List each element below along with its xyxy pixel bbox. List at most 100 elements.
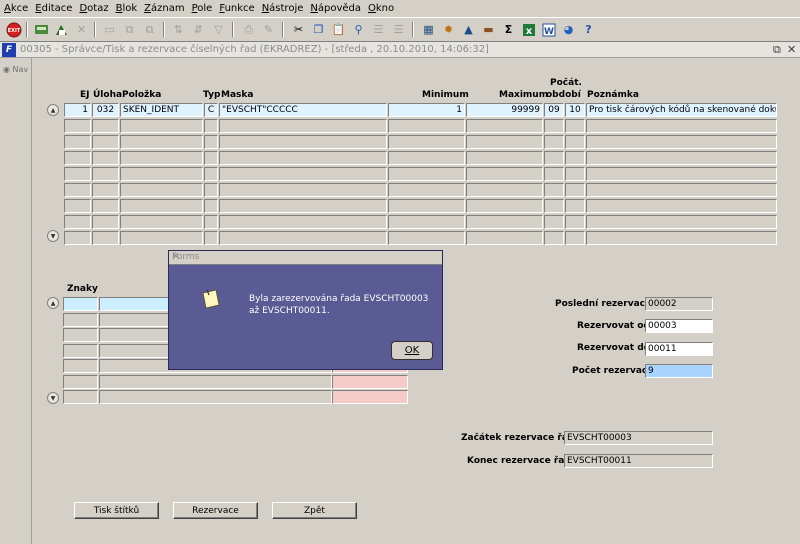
table-cell[interactable] bbox=[586, 167, 777, 181]
zacatek-rezervace-field[interactable]: EVSCHT00003 bbox=[564, 431, 713, 445]
list-button[interactable]: ☰ bbox=[370, 21, 387, 38]
znaky-cell[interactable] bbox=[63, 297, 98, 311]
znaky-cell[interactable] bbox=[63, 359, 98, 373]
menu-editace[interactable]: Editace bbox=[35, 3, 72, 14]
sigma-button[interactable]: Σ bbox=[500, 21, 517, 38]
cell-maximum[interactable]: 99999 bbox=[466, 103, 543, 117]
table-cell[interactable] bbox=[120, 151, 203, 165]
sort-desc-button[interactable]: ⇵ bbox=[190, 21, 207, 38]
table-cell[interactable] bbox=[92, 231, 119, 245]
table-cell[interactable] bbox=[64, 199, 91, 213]
table-cell[interactable] bbox=[64, 135, 91, 149]
tisk-stitku-button[interactable]: Tisk štítků bbox=[74, 502, 159, 519]
menu-blok[interactable]: Blok bbox=[116, 3, 138, 14]
table-cell[interactable] bbox=[466, 183, 543, 197]
table-cell[interactable] bbox=[565, 151, 585, 165]
table-cell[interactable] bbox=[219, 135, 387, 149]
table-cell[interactable] bbox=[120, 215, 203, 229]
table-cell[interactable] bbox=[586, 215, 777, 229]
cell-polozka[interactable]: SKEN_IDENT bbox=[120, 103, 203, 117]
menu-dotaz[interactable]: Dotaz bbox=[79, 3, 108, 14]
menu-okno[interactable]: Okno bbox=[368, 3, 394, 14]
cut-button[interactable]: ✂ bbox=[290, 21, 307, 38]
table-cell[interactable] bbox=[64, 215, 91, 229]
cell-minimum[interactable]: 1 bbox=[388, 103, 465, 117]
rezervovat-od-field[interactable]: 00003 bbox=[645, 319, 713, 333]
sun-button[interactable]: ✹ bbox=[440, 21, 457, 38]
konec-rezervace-field[interactable]: EVSCHT00011 bbox=[564, 454, 713, 468]
table-cell[interactable] bbox=[388, 183, 465, 197]
chart-button[interactable]: ◕ bbox=[560, 21, 577, 38]
word-button[interactable]: W bbox=[540, 21, 557, 38]
table-cell[interactable] bbox=[219, 151, 387, 165]
znaky-cell[interactable] bbox=[99, 374, 332, 389]
znaky-scroll-up-button[interactable]: ▲ bbox=[47, 297, 59, 309]
table-cell[interactable] bbox=[92, 199, 119, 213]
table-cell[interactable] bbox=[586, 119, 777, 133]
table-cell[interactable] bbox=[544, 215, 564, 229]
scroll-down-button[interactable]: ▼ bbox=[47, 230, 59, 242]
excel-button[interactable]: x bbox=[520, 21, 537, 38]
scroll-up-button[interactable]: ▲ bbox=[47, 104, 59, 116]
table-cell[interactable] bbox=[64, 119, 91, 133]
rezervovat-do-field[interactable]: 00011 bbox=[645, 342, 713, 356]
list2-button[interactable]: ☰ bbox=[390, 21, 407, 38]
table-cell[interactable] bbox=[388, 151, 465, 165]
table-cell[interactable] bbox=[120, 167, 203, 181]
copy-button[interactable]: ❐ bbox=[310, 21, 327, 38]
table-cell[interactable] bbox=[388, 199, 465, 213]
table-cell[interactable] bbox=[219, 183, 387, 197]
table-cell[interactable] bbox=[466, 135, 543, 149]
table-cell[interactable] bbox=[565, 215, 585, 229]
table-cell[interactable] bbox=[544, 151, 564, 165]
table-cell[interactable] bbox=[466, 215, 543, 229]
table-cell[interactable] bbox=[586, 183, 777, 197]
clear-button[interactable]: ▭ bbox=[101, 21, 118, 38]
table-cell[interactable] bbox=[204, 199, 218, 213]
ok-button[interactable]: OK bbox=[391, 341, 433, 360]
table-cell[interactable] bbox=[565, 119, 585, 133]
table-cell[interactable] bbox=[92, 183, 119, 197]
table-cell[interactable] bbox=[92, 119, 119, 133]
znaky-cell[interactable] bbox=[63, 328, 98, 342]
print-button[interactable]: ⎙ bbox=[240, 21, 257, 38]
menu-nastroje[interactable]: Nástroje bbox=[262, 3, 304, 14]
znaky-cell[interactable] bbox=[332, 374, 408, 389]
insert-button[interactable] bbox=[53, 21, 70, 38]
table-cell[interactable] bbox=[466, 151, 543, 165]
table-cell[interactable] bbox=[388, 135, 465, 149]
table-cell[interactable] bbox=[466, 199, 543, 213]
toolbox-button[interactable]: ▬ bbox=[480, 21, 497, 38]
znaky-cell[interactable] bbox=[332, 390, 408, 404]
znaky-scroll-down-button[interactable]: ▼ bbox=[47, 392, 59, 404]
execute-query-button[interactable]: ⧉ bbox=[141, 21, 158, 38]
enter-query-button[interactable]: ⧉ bbox=[121, 21, 138, 38]
close-icon[interactable]: ✕ bbox=[787, 43, 796, 56]
table-cell[interactable] bbox=[204, 135, 218, 149]
edit-button[interactable]: ✎ bbox=[260, 21, 277, 38]
znaky-cell[interactable] bbox=[63, 390, 98, 404]
table-cell[interactable] bbox=[64, 167, 91, 181]
cell-poznamka[interactable]: Pro tisk čárových kódů na skenované doku… bbox=[586, 103, 777, 117]
triangle-button[interactable]: ▲ bbox=[460, 21, 477, 38]
calculator-button[interactable]: ▦ bbox=[420, 21, 437, 38]
table-cell[interactable] bbox=[565, 231, 585, 245]
table-cell[interactable] bbox=[219, 199, 387, 213]
table-cell[interactable] bbox=[64, 183, 91, 197]
table-cell[interactable] bbox=[64, 231, 91, 245]
cell-pocat[interactable]: 09 bbox=[544, 103, 564, 117]
zpet-button[interactable]: Zpět bbox=[272, 502, 357, 519]
exit-button[interactable]: EXIT bbox=[5, 21, 22, 38]
table-cell[interactable] bbox=[219, 215, 387, 229]
table-cell[interactable] bbox=[544, 231, 564, 245]
delete-button[interactable]: ✕ bbox=[73, 21, 90, 38]
znaky-cell[interactable] bbox=[63, 312, 98, 327]
table-cell[interactable] bbox=[92, 167, 119, 181]
table-cell[interactable] bbox=[586, 199, 777, 213]
table-cell[interactable] bbox=[204, 231, 218, 245]
table-cell[interactable] bbox=[388, 167, 465, 181]
cell-maska[interactable]: "EVSCHT"CCCCC bbox=[219, 103, 387, 117]
table-cell[interactable] bbox=[204, 119, 218, 133]
table-cell[interactable] bbox=[204, 215, 218, 229]
menu-funkce[interactable]: Funkce bbox=[219, 3, 254, 14]
